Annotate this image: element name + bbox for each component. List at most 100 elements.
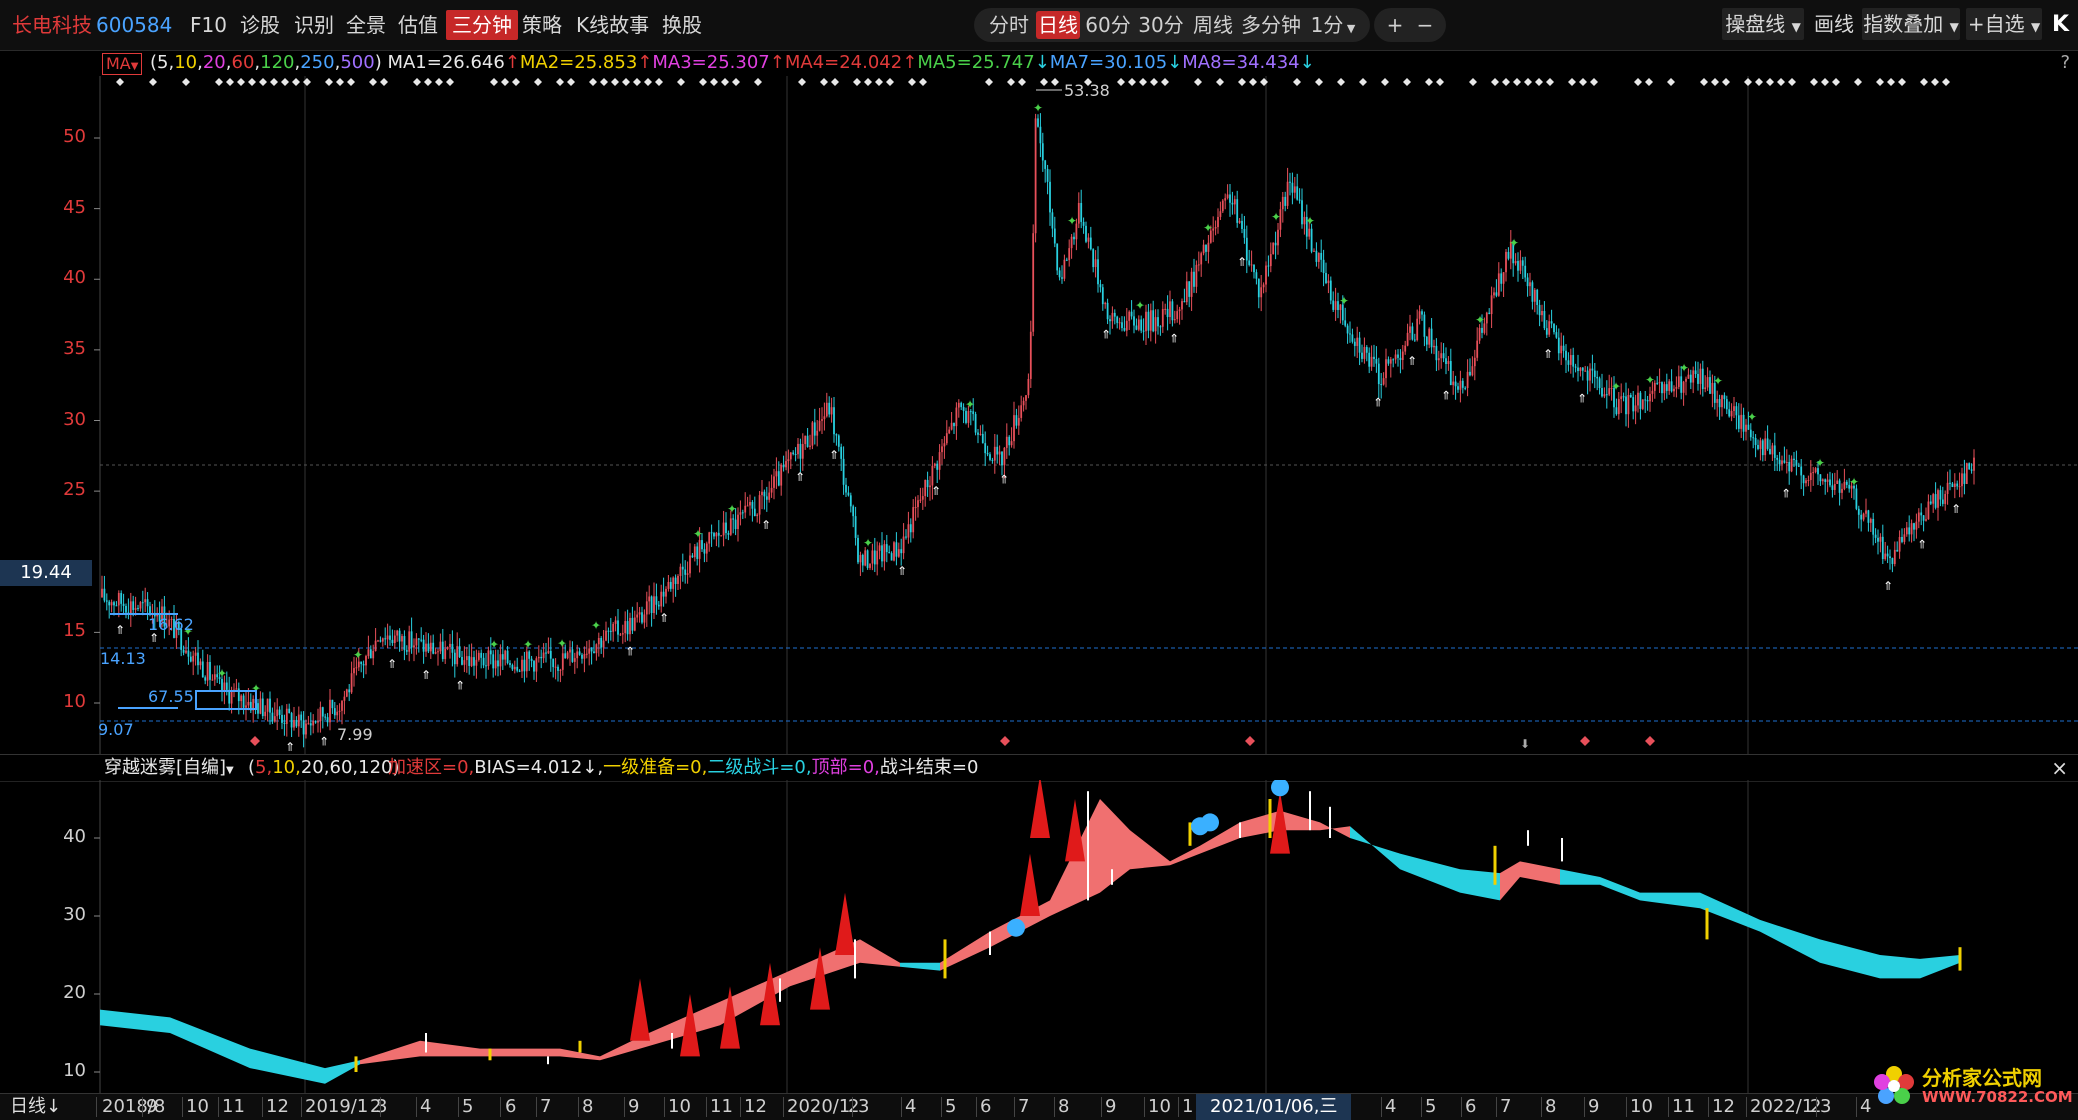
- svg-text:✦: ✦: [1203, 221, 1213, 235]
- svg-text:⇑: ⇑: [1441, 389, 1451, 403]
- date-axis: 日线↓ 2018/8 9 10 11 12 2019/1 2 3 4 5 6 7 8 9 10 11 12 202…: [0, 1093, 2078, 1120]
- ma-value: MA7=30.105: [1049, 52, 1168, 73]
- ma-param: 10: [174, 52, 198, 73]
- period-2[interactable]: 60分: [1082, 8, 1134, 42]
- ind-param-paren: (: [248, 757, 256, 778]
- date-label: 12: [1712, 1096, 1735, 1117]
- ind-axis-label: 30: [63, 904, 86, 925]
- ma-value: MA3=25.307: [652, 52, 770, 73]
- svg-text:⇑: ⇑: [761, 518, 771, 532]
- indicator-value: 顶部=0,: [811, 757, 880, 778]
- price-tick-label: 10: [63, 691, 86, 712]
- svg-text:⇑: ⇑: [1169, 331, 1179, 345]
- date-tick: [624, 1097, 625, 1117]
- date-label: 10: [186, 1096, 209, 1117]
- svg-text:✦: ✦: [1815, 456, 1825, 470]
- period-selector: 分时 日线 60分 30分 周线 多分钟 1分 ▼: [974, 8, 1370, 42]
- nav-item-1[interactable]: 诊股: [234, 10, 286, 40]
- kline-mode-icon[interactable]: K: [2052, 10, 2069, 40]
- svg-text:⇑: ⇑: [387, 657, 397, 671]
- nav-item-7[interactable]: K线故事: [570, 10, 655, 40]
- svg-text:⇑: ⇑: [1407, 354, 1417, 368]
- date-label: 6: [1465, 1096, 1477, 1117]
- svg-text:⇑: ⇑: [1781, 486, 1791, 500]
- nav-item-6[interactable]: 策略: [516, 10, 568, 40]
- svg-text:✦: ✦: [1747, 410, 1757, 424]
- svg-text:✦: ✦: [489, 638, 499, 652]
- ma-value: MA5=25.747: [917, 52, 1035, 73]
- indicator-chart[interactable]: [0, 780, 2078, 1093]
- date-label: 5: [462, 1096, 474, 1117]
- ind-axis-label: 10: [63, 1060, 86, 1081]
- date-tick: [1541, 1097, 1542, 1117]
- stock-code[interactable]: 600584: [96, 10, 172, 40]
- stock-name[interactable]: 长电科技: [12, 10, 92, 40]
- add-watchlist-label: +自选: [1967, 12, 2025, 36]
- svg-text:✦: ✦: [1645, 373, 1655, 387]
- period-6[interactable]: 1分 ▼: [1304, 8, 1362, 42]
- svg-text:⇑: ⇑: [897, 564, 907, 578]
- low-price-label: 7.99: [337, 725, 373, 744]
- close-icon[interactable]: ×: [2051, 755, 2068, 781]
- date-label: 10: [668, 1096, 691, 1117]
- svg-text:✦: ✦: [523, 638, 533, 652]
- ma-arrow: ↑: [637, 52, 653, 73]
- date-label: 3: [376, 1096, 388, 1117]
- date-tick: [664, 1097, 665, 1117]
- date-label: 4: [1860, 1096, 1872, 1117]
- add-watchlist-dropdown[interactable]: +自选 ▼: [1966, 8, 2042, 40]
- svg-text:✦: ✦: [863, 536, 873, 550]
- date-tick: [1816, 1097, 1817, 1117]
- svg-text:✦: ✦: [1611, 380, 1621, 394]
- nav-item-0[interactable]: F10: [184, 10, 233, 40]
- svg-text:⇑: ⇑: [285, 740, 295, 754]
- ma-arrow: ↑: [769, 52, 785, 73]
- period-0[interactable]: 分时: [986, 8, 1032, 42]
- period-1[interactable]: 日线: [1036, 11, 1080, 39]
- period-5[interactable]: 多分钟: [1240, 8, 1302, 42]
- expand-icon[interactable]: ?: [2060, 50, 2070, 76]
- price-tick-label: 40: [63, 267, 86, 289]
- ma-legend-bar: MA▼ (5,10,20,60,120,250,500) MA1=26.646↑…: [0, 50, 2078, 76]
- nav-item-2[interactable]: 识别: [288, 10, 340, 40]
- ma-arrow: ↓: [1299, 52, 1315, 73]
- date-label: 11: [1672, 1096, 1695, 1117]
- svg-text:✦: ✦: [965, 398, 975, 412]
- nav-item-8[interactable]: 换股: [656, 10, 708, 40]
- date-label: 5: [945, 1096, 957, 1117]
- ma-param-paren: (: [150, 52, 158, 73]
- crosshair-price-label: 19.44: [0, 560, 92, 586]
- date-tick: [500, 1097, 501, 1117]
- period-3[interactable]: 30分: [1136, 8, 1186, 42]
- zoom-in-button[interactable]: +: [1384, 8, 1406, 42]
- draw-line-button[interactable]: 画线: [1810, 8, 1858, 40]
- trading-line-dropdown[interactable]: 操盘线 ▼: [1722, 8, 1804, 40]
- date-tick: [1668, 1097, 1669, 1117]
- chevron-down-icon: ▼: [130, 61, 139, 72]
- period-4[interactable]: 周线: [1190, 8, 1236, 42]
- ma-settings-button[interactable]: MA▼: [102, 53, 143, 75]
- index-overlay-label: 指数叠加: [1863, 12, 1944, 36]
- date-label: 11: [710, 1096, 733, 1117]
- date-label: 12: [266, 1096, 289, 1117]
- ma-values: (5,10,20,60,120,250,500) MA1=26.646↑MA2=…: [150, 50, 1315, 76]
- svg-text:✦: ✦: [1713, 374, 1723, 388]
- date-tick: [1626, 1097, 1627, 1117]
- date-label: 8: [1545, 1096, 1557, 1117]
- ma-arrow: ↓: [1034, 52, 1050, 73]
- index-overlay-dropdown[interactable]: 指数叠加 ▼: [1862, 8, 1960, 40]
- nav-item-4[interactable]: 估值: [392, 10, 444, 40]
- candlestick-chart[interactable]: ⇑ ⇑ ✦ ✦ ✦ ⇑ ⇑ ✦ ⇑ ⇑ ⇑ ✦ ✦ ✦ ✦ ⇑ ⇑ ✦ ✦ ⇑ ⇑ ⇑ ✦ ⇑ ⇑ ✦ ⇑ ✦ ✦ ⇑ ✦ ⇑ ✦ ⇑ ✦ ✦ ✦ ⇑ ⇑ ⇑…: [0, 76, 2078, 754]
- trading-line-label: 操盘线: [1725, 12, 1786, 36]
- arrow-down-icon: ↓: [46, 1096, 62, 1117]
- nav-item-3[interactable]: 全景: [340, 10, 392, 40]
- date-tick: [1144, 1097, 1145, 1117]
- date-tick: [941, 1097, 942, 1117]
- nav-item-5[interactable]: 三分钟: [446, 10, 518, 40]
- date-label: 10: [1148, 1096, 1171, 1117]
- ma-value: MA1=26.646: [387, 52, 505, 73]
- ma-param: 60: [231, 52, 255, 73]
- chart-bg: [0, 76, 2078, 754]
- period-axis-button[interactable]: 日线↓: [10, 1094, 61, 1120]
- zoom-out-button[interactable]: −: [1414, 8, 1436, 42]
